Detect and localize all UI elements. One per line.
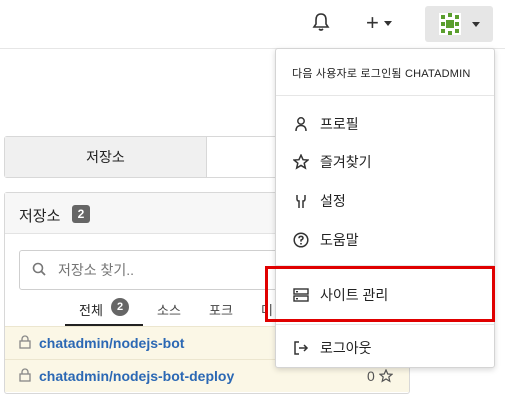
star-count: 0 (367, 368, 393, 384)
filter-label: 전체 (79, 303, 103, 318)
tab-repositories[interactable]: 저장소 (5, 137, 207, 177)
menu-item-starred[interactable]: 즐겨찾기 (276, 143, 494, 181)
panel-title: 저장소 (19, 208, 61, 225)
lock-icon (19, 335, 31, 349)
repo-link[interactable]: chatadmin/nodejs-bot-deploy (39, 368, 234, 384)
menu-divider (276, 324, 494, 325)
menu-item-label: 도움말 (320, 232, 359, 248)
repo-count-badge: 2 (72, 205, 90, 223)
menu-item-settings[interactable]: 설정 (276, 182, 494, 220)
star-count-value: 0 (367, 368, 375, 384)
signed-in-header: 다음 사용자로 로그인됨 CHATADMIN (276, 49, 494, 96)
chevron-down-icon (471, 21, 480, 27)
menu-item-label: 프로필 (320, 116, 359, 132)
search-input[interactable] (56, 259, 300, 281)
filter-count-badge: 2 (111, 298, 129, 316)
plus-icon: + (366, 10, 379, 35)
user-menu-button[interactable] (425, 6, 493, 42)
menu-item-sign-out[interactable]: 로그아웃 (276, 329, 494, 367)
person-icon (292, 115, 310, 133)
repo-link[interactable]: chatadmin/nodejs-bot (39, 335, 184, 351)
chevron-down-icon (383, 20, 392, 26)
create-menu-button[interactable]: + (366, 10, 400, 36)
menu-item-label: 설정 (320, 193, 346, 209)
highlight-box (265, 266, 495, 322)
menu-item-label: 로그아웃 (320, 340, 372, 356)
tools-icon (292, 192, 310, 210)
sign-out-icon (292, 339, 310, 357)
menu-item-profile[interactable]: 프로필 (276, 105, 494, 143)
filter-all[interactable]: 전체 2 (65, 298, 143, 326)
signed-in-text: 다음 사용자로 로그인됨 CHATADMIN (292, 68, 471, 80)
search-icon (32, 262, 46, 276)
star-icon[interactable] (378, 369, 393, 383)
menu-item-label: 즐겨찾기 (320, 154, 372, 170)
top-navbar: + (0, 0, 505, 49)
star-icon (292, 153, 310, 171)
lock-icon (19, 368, 31, 382)
help-icon (292, 231, 310, 249)
menu-item-help[interactable]: 도움말 (276, 221, 494, 259)
avatar (438, 13, 461, 35)
filter-forks[interactable]: 포크 (209, 300, 233, 319)
filter-source[interactable]: 소스 (157, 300, 181, 319)
bell-icon[interactable] (312, 12, 332, 34)
